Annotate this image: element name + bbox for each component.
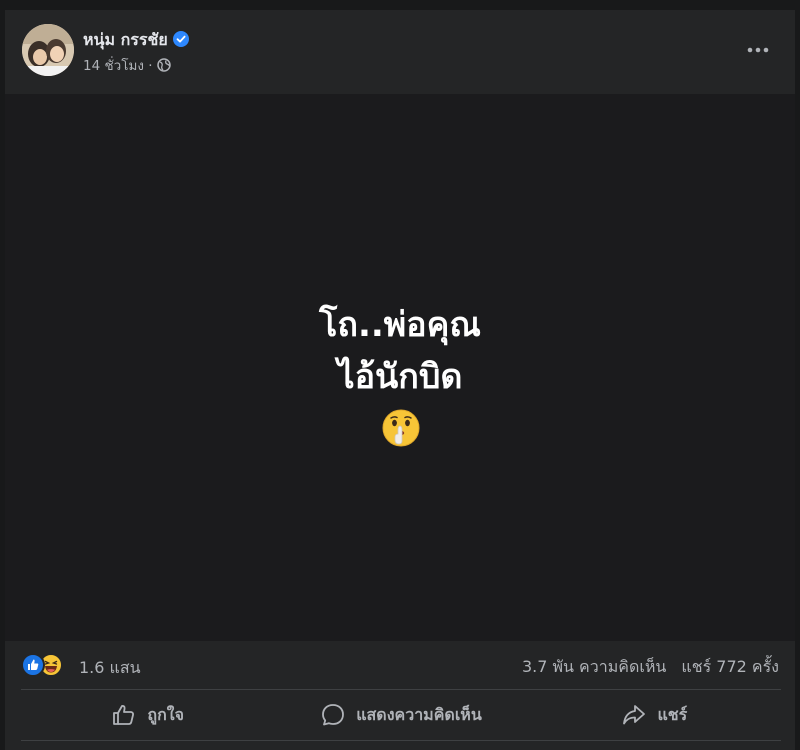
share-label: แชร์ <box>657 704 688 724</box>
reaction-count[interactable]: 1.6 แสน <box>79 656 141 681</box>
post-time[interactable]: 14 ชั่วโมง <box>83 58 144 74</box>
globe-icon <box>157 58 171 72</box>
divider-bottom <box>21 740 781 741</box>
share-button[interactable]: แชร์ <box>528 691 781 739</box>
share-arrow-icon <box>623 705 646 725</box>
post-image[interactable]: โถ..พ่อคุณ ไอ้นักบิด <box>5 94 795 641</box>
like-reaction-icon <box>21 653 45 677</box>
post-text-line-1: โถ..พ่อคุณ <box>319 305 481 345</box>
post-card: หนุ่ม กรรชัย 14 ชั่วโมง · โถ..พ่อคุณ ไอ้… <box>5 10 795 750</box>
comment-bubble-icon <box>322 704 345 726</box>
more-options-icon[interactable] <box>738 32 778 68</box>
thumbs-up-icon <box>113 705 135 725</box>
post-text: โถ..พ่อคุณ ไอ้นักบิด <box>5 299 795 403</box>
author-name[interactable]: หนุ่ม กรรชัย <box>83 28 189 53</box>
like-button[interactable]: ถูกใจ <box>21 691 274 739</box>
divider <box>21 689 781 690</box>
share-count[interactable]: แชร์ 772 ครั้ง <box>681 657 779 676</box>
like-label: ถูกใจ <box>147 704 184 724</box>
post-text-line-2: ไอ้นักบิด <box>337 357 463 397</box>
comment-label: แสดงความคิดเห็น <box>356 704 482 724</box>
author-avatar[interactable] <box>22 24 74 76</box>
post-meta: 14 ชั่วโมง · <box>83 54 171 76</box>
post-stats: 1.6 แสน 3.7 พัน ความคิดเห็น แชร์ 772 ครั… <box>5 641 795 689</box>
author-name-text[interactable]: หนุ่ม กรรชัย <box>83 30 168 49</box>
avatar-photo <box>22 24 74 76</box>
shushing-face-icon <box>381 408 421 448</box>
action-bar: ถูกใจ แสดงความคิดเห็น แชร์ <box>21 691 781 739</box>
engagement-counts: 3.7 พัน ความคิดเห็น แชร์ 772 ครั้ง <box>512 655 779 680</box>
comment-button[interactable]: แสดงความคิดเห็น <box>274 691 527 739</box>
verified-badge-icon <box>172 31 189 47</box>
comment-count[interactable]: 3.7 พัน ความคิดเห็น <box>522 657 666 676</box>
post-header: หนุ่ม กรรชัย 14 ชั่วโมง · <box>5 10 795 94</box>
meta-separator: · <box>148 58 153 74</box>
